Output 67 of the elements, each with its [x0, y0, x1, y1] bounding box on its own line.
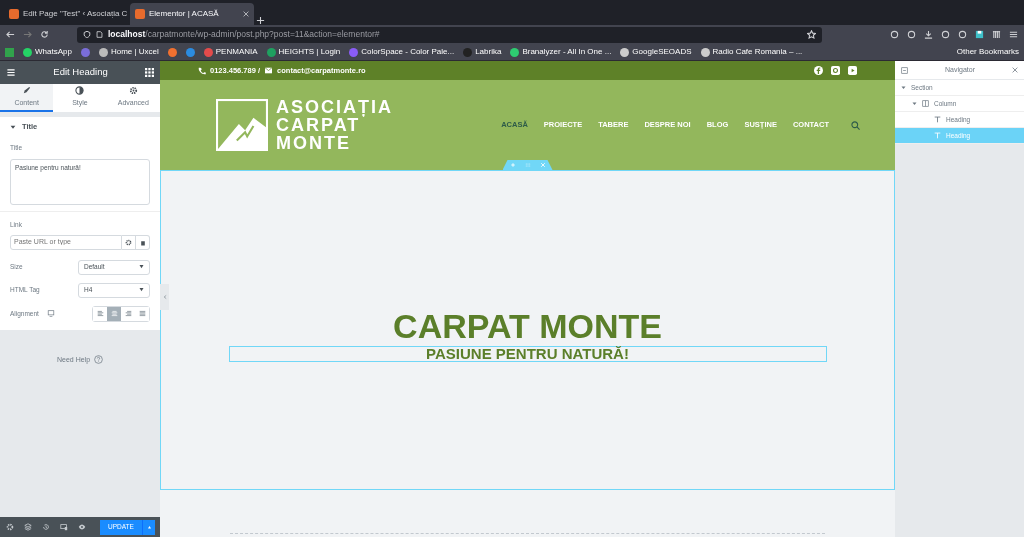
panel-title: Edit Heading: [53, 65, 108, 80]
bookmark-link[interactable]: Home | Uxcel: [98, 46, 159, 58]
caret-button[interactable]: [142, 519, 155, 535]
desktop-icon: [46, 310, 55, 317]
align-left-button[interactable]: [93, 306, 107, 321]
bookmark-link[interactable]: GoogleSEOADS: [620, 46, 692, 58]
history-icon[interactable]: [42, 523, 50, 531]
star-icon[interactable]: [807, 30, 816, 39]
responsive-icon[interactable]: [60, 523, 68, 531]
bookmark-link[interactable]: HEIGHTS | Login: [266, 46, 341, 58]
page-subheading: PASIUNE PENTRU NATURĂ!: [228, 345, 827, 362]
collapse-icon[interactable]: [901, 66, 908, 74]
bookmark-link[interactable]: WhatsApp: [23, 46, 72, 58]
forward-icon[interactable]: [23, 30, 32, 39]
heading-icon: [934, 132, 941, 139]
caret-icon: [139, 288, 144, 292]
mountain-logo-icon[interactable]: [216, 99, 268, 151]
url-field[interactable]: localhost/carpatmonte/wp-admin/post.php?post=11&action=elementor#: [77, 26, 822, 43]
bookmark-icon[interactable]: [185, 47, 195, 57]
column-icon: [922, 100, 929, 107]
trash-icon[interactable]: [139, 238, 146, 246]
caret-icon: [139, 265, 144, 269]
library-icon[interactable]: [992, 30, 1001, 39]
align-center-icon: [110, 310, 118, 317]
section-handle[interactable]: [502, 160, 553, 170]
bookmark-link[interactable]: Labrika: [463, 46, 502, 58]
gear-icon: [128, 85, 138, 95]
caret-icon[interactable]: [10, 124, 16, 130]
caret-icon: [146, 525, 152, 529]
page-icon: [96, 30, 103, 39]
layers-icon[interactable]: [24, 523, 32, 531]
collapse-handle[interactable]: [160, 284, 169, 310]
mail-icon: [264, 67, 274, 74]
browser-tab[interactable]: Elementor | ACASĂ: [130, 3, 254, 25]
bookmark-icon[interactable]: [167, 47, 177, 57]
facebook-icon[interactable]: [814, 66, 823, 75]
settings-icon[interactable]: [6, 523, 14, 531]
save-icon[interactable]: [975, 30, 984, 39]
phone-icon: [198, 66, 206, 75]
new-tab-icon[interactable]: [256, 16, 265, 25]
caret-icon: [912, 101, 917, 106]
alignment-control[interactable]: [92, 305, 150, 322]
heading-icon: [934, 116, 941, 123]
youtube-icon[interactable]: [848, 66, 857, 75]
align-right-icon: [124, 310, 132, 317]
back-icon[interactable]: [6, 30, 15, 39]
apps-icon[interactable]: [5, 47, 14, 57]
align-left-icon: [96, 310, 104, 317]
grid-icon[interactable]: [145, 68, 154, 77]
caret-icon: [901, 85, 906, 90]
bookmark-link[interactable]: ColorSpace - Color Pale...: [349, 46, 455, 58]
close-icon[interactable]: [1012, 67, 1018, 73]
reload-icon[interactable]: [40, 30, 49, 39]
menu-icon[interactable]: [1009, 30, 1018, 39]
bookmark-folder[interactable]: Other Bookmarks: [956, 46, 1019, 58]
gear-icon[interactable]: [125, 238, 132, 246]
bookmark-link[interactable]: PENMANIA: [203, 46, 258, 58]
bookmark-link[interactable]: Branalyzer - All In One ...: [510, 46, 612, 58]
page-heading: CARPAT MONTE: [393, 308, 662, 346]
contrast-icon: [75, 85, 85, 95]
bookmark-icon[interactable]: [80, 47, 90, 57]
search-icon[interactable]: [851, 120, 860, 130]
bookmark-link[interactable]: Radio Cafe Romania – ...: [700, 46, 803, 58]
eye-icon[interactable]: [78, 523, 86, 531]
instagram-icon[interactable]: [831, 66, 840, 75]
download-icon[interactable]: [924, 30, 933, 39]
align-justify-icon: [138, 310, 146, 317]
